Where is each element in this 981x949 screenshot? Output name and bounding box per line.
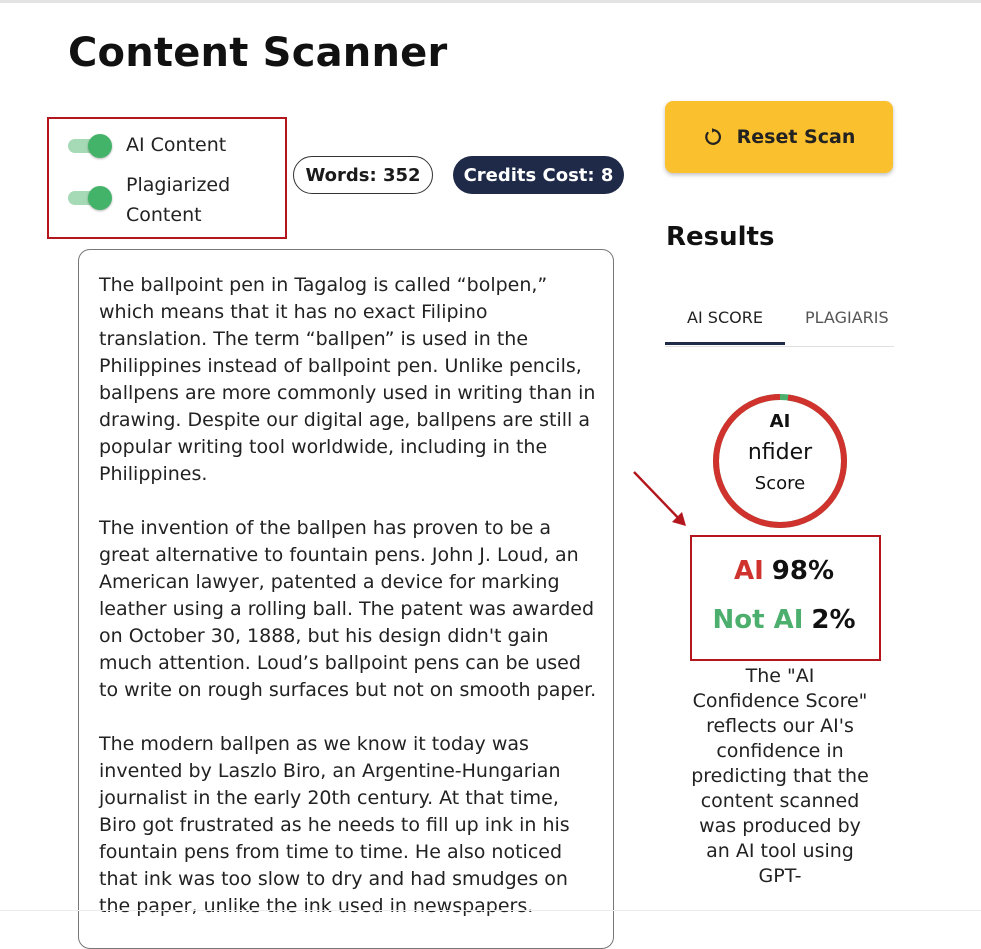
not-ai-score-row: Not AI 2% (692, 605, 876, 635)
paragraph: The modern ballpen as we know it today w… (99, 733, 570, 917)
refresh-icon (703, 127, 723, 147)
ai-content-toggle[interactable] (68, 134, 112, 158)
credits-cost-badge: Credits Cost: 8 (453, 156, 624, 194)
results-tabs: AI SCORE PLAGIARIS (665, 290, 894, 347)
tab-ai-score[interactable]: AI SCORE (665, 290, 785, 345)
ai-score-label: AI (733, 556, 764, 586)
page-title: Content Scanner (68, 30, 448, 76)
bottom-border (0, 910, 981, 911)
gauge-label-line3: Score (754, 473, 806, 494)
annotation-arrow (633, 471, 686, 526)
reset-scan-label: Reset Scan (736, 126, 856, 148)
not-ai-score-value: 2% (811, 605, 856, 635)
annotation-box-scores (690, 535, 881, 661)
top-border (0, 0, 981, 3)
toggle-knob (88, 186, 112, 210)
ai-score-row: AI 98% (692, 556, 876, 586)
score-description: The "AI Confidence Score" reflects our A… (691, 665, 869, 887)
plagiarized-content-label: Plagiarized Content (126, 174, 231, 226)
gauge-label-line2: nfider (747, 440, 813, 465)
toggle-knob (88, 134, 112, 158)
tab-plagiarism[interactable]: PLAGIARIS (805, 290, 894, 344)
words-count-badge: Words: 352 (293, 156, 433, 194)
ai-content-label: AI Content (126, 134, 227, 156)
gauge-label-line1: AI (769, 411, 791, 432)
ai-score-value: 98% (771, 556, 835, 586)
tab-ai-score-label: AI SCORE (687, 307, 763, 327)
gauge-label: AI nfider Score (722, 403, 838, 519)
results-heading: Results (666, 222, 775, 252)
plagiarized-content-toggle[interactable] (68, 186, 112, 210)
tab-plagiarism-label: PLAGIARIS (805, 307, 889, 327)
active-tab-underline (665, 342, 785, 345)
paragraph: The invention of the ballpen has proven … (99, 517, 597, 701)
content-text-panel[interactable]: The ballpoint pen in Tagalog is called “… (78, 249, 614, 949)
paragraph: The ballpoint pen in Tagalog is called “… (99, 274, 596, 485)
reset-scan-button[interactable]: Reset Scan (665, 101, 893, 173)
not-ai-score-label: Not AI (712, 605, 804, 635)
